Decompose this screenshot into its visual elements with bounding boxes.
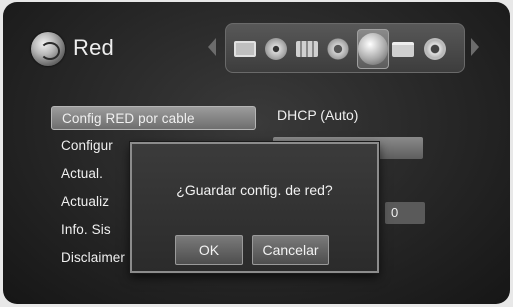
dialog-message: ¿Guardar config. de red?	[176, 182, 333, 198]
ok-button[interactable]: OK	[175, 235, 243, 265]
nav-left-arrow-icon[interactable]	[208, 38, 216, 56]
settings-cog-icon[interactable]	[424, 38, 446, 60]
film-icon[interactable]	[296, 41, 318, 57]
category-icon-strip	[225, 23, 465, 73]
globe-network-icon[interactable]	[358, 33, 388, 65]
cancel-button[interactable]: Cancelar	[252, 235, 329, 265]
ip-octet-field[interactable]: 0	[385, 202, 425, 224]
nav-right-arrow-icon[interactable]	[471, 38, 479, 56]
menu-item-wired-network[interactable]: Config RED por cable	[51, 106, 256, 130]
globe-network-icon	[31, 32, 65, 66]
confirm-dialog: ¿Guardar config. de red? OK Cancelar	[130, 142, 379, 273]
tv-screen: Red Config RED por cable Configur Actual…	[3, 2, 510, 304]
folder-icon[interactable]	[392, 42, 414, 57]
dhcp-mode-label: DHCP (Auto)	[277, 107, 359, 123]
page-title: Red	[73, 35, 114, 60]
disc-icon[interactable]	[265, 38, 287, 60]
tv-icon[interactable]	[234, 41, 256, 57]
gears-icon[interactable]	[327, 38, 349, 60]
